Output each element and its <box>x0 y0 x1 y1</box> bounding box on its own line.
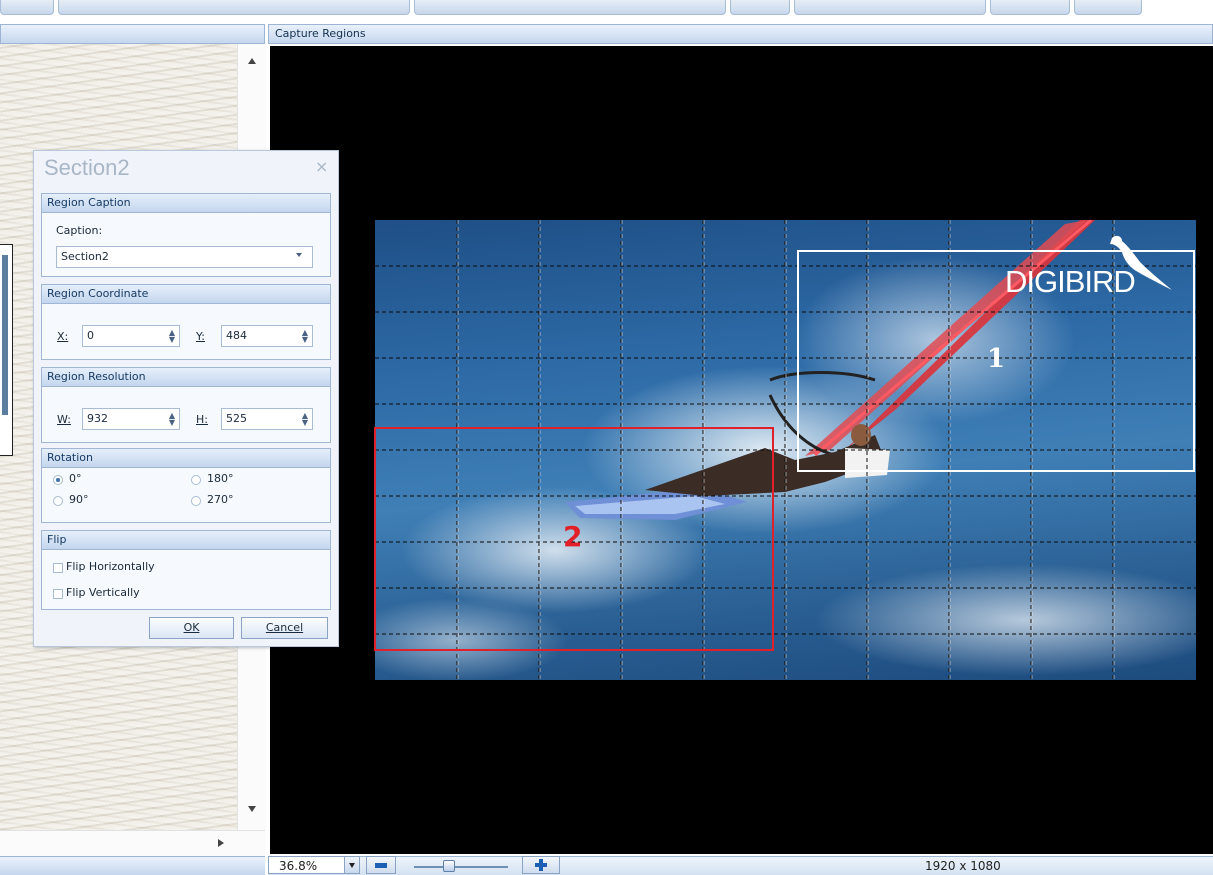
panel-title: Capture Regions <box>275 27 366 40</box>
group-header: Region Resolution <box>42 368 330 387</box>
x-input[interactable]: 0 ▲ ▼ <box>82 325 180 347</box>
radio-rotation-0[interactable] <box>53 475 63 485</box>
top-tab[interactable] <box>730 0 790 15</box>
x-value: 0 <box>87 329 94 342</box>
top-tab[interactable] <box>794 0 986 15</box>
left-status-bar <box>0 856 265 875</box>
top-tab[interactable] <box>1074 0 1142 15</box>
caption-label: Caption: <box>56 224 103 237</box>
close-icon[interactable]: × <box>315 157 328 176</box>
radio-rotation-90[interactable] <box>53 496 63 506</box>
rotation-group: Rotation 0° 180° 90° 270° <box>41 448 331 523</box>
chevron-down-icon <box>349 863 355 868</box>
flip-vertical-checkbox[interactable] <box>53 589 63 599</box>
scroll-up-icon[interactable] <box>248 58 256 64</box>
radio-rotation-270[interactable] <box>191 496 201 506</box>
top-tab[interactable] <box>990 0 1070 15</box>
thumbnail-frame[interactable] <box>0 244 13 456</box>
top-tab[interactable] <box>58 0 410 15</box>
region-coordinate-group: Region Coordinate X: 0 ▲ ▼ Y: 484 ▲ ▼ <box>41 284 331 360</box>
zoom-out-button[interactable] <box>366 856 396 874</box>
flip-horizontal-label: Flip Horizontally <box>66 560 155 573</box>
x-label: X: <box>57 330 69 343</box>
top-tab[interactable] <box>0 0 54 15</box>
top-tab-strip <box>0 0 1213 22</box>
horizontal-scrollbar[interactable] <box>0 830 265 857</box>
flip-vertical-label: Flip Vertically <box>66 586 140 599</box>
spinner-icon[interactable]: ▲ ▼ <box>169 412 175 427</box>
rotation-270-label: 270° <box>207 493 234 506</box>
rotation-0-label: 0° <box>69 472 82 485</box>
group-header: Region Caption <box>42 194 330 213</box>
group-header: Region Coordinate <box>42 285 330 304</box>
h-label: H: <box>196 413 208 426</box>
height-value: 525 <box>226 412 247 425</box>
rotation-180-label: 180° <box>207 472 234 485</box>
y-label: Y: <box>196 330 205 343</box>
zoom-dropdown-button[interactable] <box>344 856 360 874</box>
ok-button[interactable]: OK <box>149 617 234 639</box>
spinner-icon[interactable]: ▲ ▼ <box>302 412 308 427</box>
scroll-right-icon[interactable] <box>218 839 224 847</box>
spinner-icon[interactable]: ▲ ▼ <box>169 329 175 344</box>
section-dialog: Section2 × Region Caption Caption: Secti… <box>33 150 339 647</box>
rotation-90-label: 90° <box>69 493 89 506</box>
region-resolution-group: Region Resolution W: 932 ▲ ▼ H: 525 ▲ ▼ <box>41 367 331 443</box>
zoom-value: 36.8% <box>279 859 318 873</box>
canvas-status-bar <box>268 856 1213 875</box>
caption-value: Section2 <box>61 250 109 263</box>
chevron-down-icon <box>296 253 302 257</box>
bird-icon <box>1110 235 1172 290</box>
group-header: Rotation <box>42 449 330 468</box>
width-value: 932 <box>87 412 108 425</box>
spinner-icon[interactable]: ▲ ▼ <box>302 329 308 344</box>
image-resolution: 1920 x 1080 <box>925 859 1001 873</box>
left-panel-header <box>0 24 265 44</box>
flip-horizontal-checkbox[interactable] <box>53 563 63 573</box>
width-input[interactable]: 932 ▲ ▼ <box>82 408 180 430</box>
scroll-down-icon[interactable] <box>248 806 256 812</box>
zoom-slider-track[interactable] <box>414 866 508 868</box>
capture-regions-header: Capture Regions <box>268 24 1213 44</box>
y-input[interactable]: 484 ▲ ▼ <box>221 325 313 347</box>
minus-icon <box>375 863 387 868</box>
group-header: Flip <box>42 531 330 550</box>
dialog-title: Section2 <box>44 155 130 180</box>
height-input[interactable]: 525 ▲ ▼ <box>221 408 313 430</box>
plus-icon <box>535 859 547 871</box>
cancel-button[interactable]: Cancel <box>241 617 328 639</box>
region-1-label: 1 <box>987 344 1006 374</box>
radio-rotation-180[interactable] <box>191 475 201 485</box>
top-tab[interactable] <box>414 0 726 15</box>
region-2-label: 2 <box>563 520 583 553</box>
region-caption-group: Region Caption Caption: Section2 <box>41 193 331 277</box>
flip-group: Flip Flip Horizontally Flip Vertically <box>41 530 331 610</box>
y-value: 484 <box>226 329 247 342</box>
w-label: W: <box>57 413 71 426</box>
caption-dropdown[interactable]: Section2 <box>56 246 313 268</box>
zoom-slider-thumb[interactable] <box>443 860 455 872</box>
zoom-in-button[interactable] <box>522 856 560 874</box>
